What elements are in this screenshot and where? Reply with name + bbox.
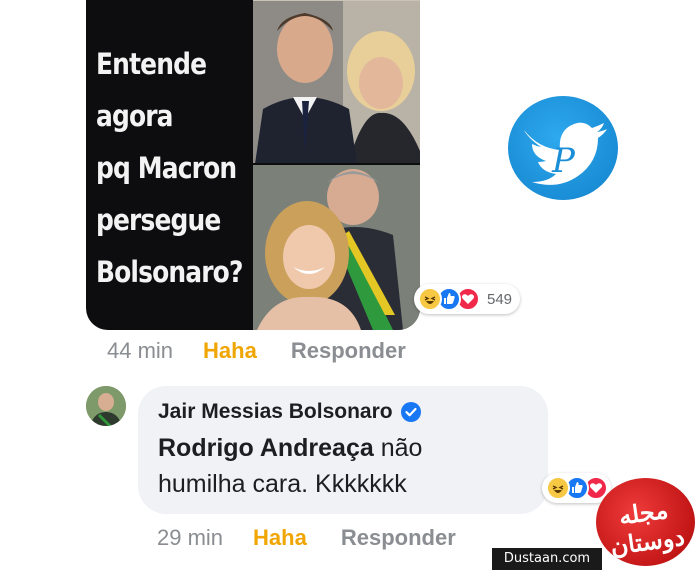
comment-bubble: Jair Messias Bolsonaro Rodrigo Andreaça … xyxy=(138,386,548,514)
comment-actions: 29 min Haha Responder xyxy=(157,525,456,551)
meme-caption-line: agora xyxy=(96,99,174,133)
comment-timestamp[interactable]: 29 min xyxy=(157,525,223,551)
reply-button[interactable]: Responder xyxy=(291,338,406,364)
meme-caption-line: pq Macron xyxy=(96,151,237,185)
svg-text:P: P xyxy=(551,141,576,181)
comment-text: Rodrigo Andreaça não humilha cara. Kkkkk… xyxy=(158,430,528,502)
comment-text-line: humilha cara. Kkkkkkk xyxy=(158,470,407,498)
meme-caption: Entende agora pq Macron persegue Bolsona… xyxy=(96,38,243,298)
reply-button[interactable]: Responder xyxy=(341,525,456,551)
haha-button[interactable]: Haha xyxy=(253,525,307,551)
photo-couple-bottom xyxy=(253,165,420,330)
meme-caption-line: Bolsonaro? xyxy=(96,255,243,289)
watermark-logo: مجله دوستان xyxy=(596,478,695,566)
meme-caption-line: Entende xyxy=(96,47,207,81)
comment-author[interactable]: Jair Messias Bolsonaro xyxy=(158,400,393,424)
haha-icon xyxy=(546,476,570,500)
verified-badge-icon xyxy=(400,402,421,422)
reaction-count: 549 xyxy=(487,290,513,308)
meme-caption-line: persegue xyxy=(96,203,221,237)
twitter-bird-icon: P xyxy=(508,96,618,200)
haha-button[interactable]: Haha xyxy=(203,338,257,364)
haha-icon xyxy=(418,287,442,311)
avatar[interactable] xyxy=(86,386,126,426)
watermark-logo-text: مجله دوستان xyxy=(608,494,687,561)
post-actions: 44 min Haha Responder xyxy=(107,338,406,364)
comment-text-part: não xyxy=(373,434,423,462)
comment-reactions[interactable] xyxy=(542,473,611,503)
post-reactions[interactable]: 549 xyxy=(414,284,521,314)
post-timestamp[interactable]: 44 min xyxy=(107,338,173,364)
watermark-site: Dustaan.com xyxy=(492,548,602,570)
photo-couple-top xyxy=(253,0,420,163)
mention-link[interactable]: Rodrigo Andreaça xyxy=(158,434,374,462)
meme-image[interactable]: Entende agora pq Macron persegue Bolsona… xyxy=(86,0,420,330)
